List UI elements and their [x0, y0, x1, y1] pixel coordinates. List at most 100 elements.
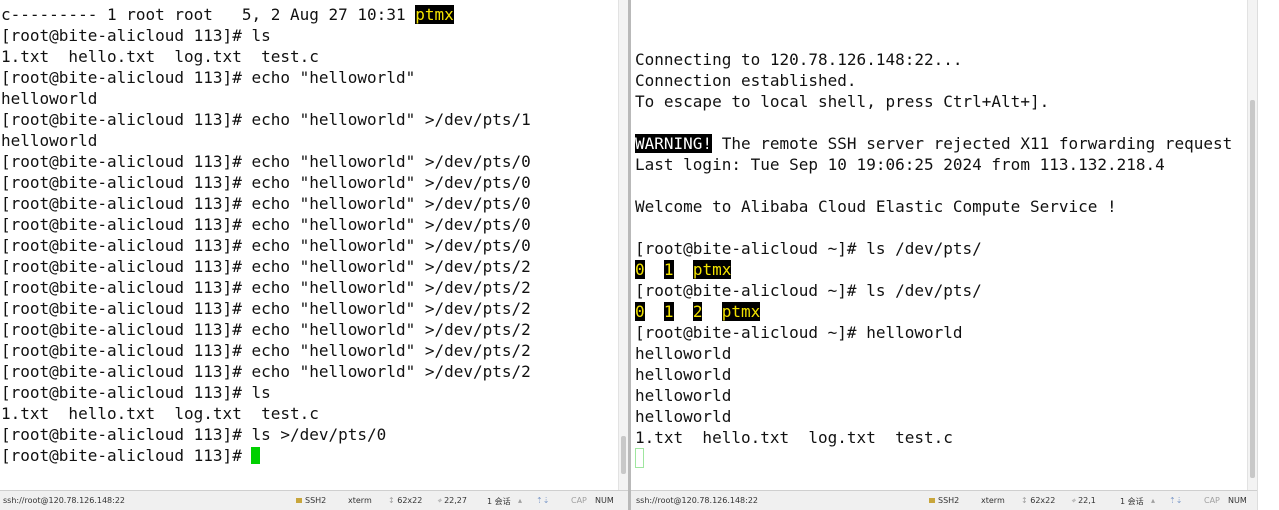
line-text: [root@bite-alicloud 113]# echo "hellowor… — [1, 215, 531, 234]
line-text: [root@bite-alicloud 113]# echo "hellowor… — [1, 194, 531, 213]
left-status-num: NUM — [595, 496, 614, 505]
line-text: Welcome to Alibaba Cloud Elastic Compute… — [635, 197, 1117, 216]
right-terminal-line: WARNING! The remote SSH server rejected … — [635, 133, 1245, 154]
right-terminal-line — [635, 448, 1245, 469]
warning-label: WARNING! — [635, 134, 713, 153]
line-text: To escape to local shell, press Ctrl+Alt… — [635, 92, 1050, 111]
line-text: helloworld — [635, 344, 732, 363]
right-nav-arrows-icon[interactable]: ⇡⇣ — [1169, 496, 1182, 505]
line-text: [root@bite-alicloud 113]# ls — [1, 26, 271, 45]
right-terminal-output[interactable]: Connecting to 120.78.126.148:22... Connec… — [631, 0, 1257, 490]
right-terminal-line: 0 1 ptmx — [635, 259, 1245, 280]
line-text: [root@bite-alicloud ~]# ls /dev/pts/ — [635, 239, 982, 258]
line-text: [root@bite-alicloud 113]# echo "hellowor… — [1, 152, 531, 171]
line-text: [root@bite-alicloud 113]# echo "hellowor… — [1, 320, 531, 339]
left-terminal-line: [root@bite-alicloud 113]# echo "hellowor… — [1, 298, 616, 319]
highlighted-text: ptmx — [692, 260, 732, 279]
line-text — [674, 302, 693, 321]
left-terminal-line: 1.txt hello.txt log.txt test.c — [1, 403, 616, 424]
line-text: [root@bite-alicloud 113]# echo "hellowor… — [1, 341, 531, 360]
position-icon: ⌖ — [437, 496, 445, 505]
line-text: Connection established. — [635, 71, 857, 90]
left-status-connection: ssh://root@120.78.126.148:22 — [3, 496, 126, 505]
line-text: helloworld — [1, 89, 98, 108]
protocol-icon — [929, 498, 935, 503]
line-text: [root@bite-alicloud 113]# echo "hellowor… — [1, 257, 531, 276]
right-terminal-line: Welcome to Alibaba Cloud Elastic Compute… — [635, 196, 1245, 217]
left-terminal-line: [root@bite-alicloud 113]# echo "hellowor… — [1, 67, 616, 88]
right-status-connection: ssh://root@120.78.126.148:22 — [636, 496, 759, 505]
right-terminal-line: Connection established. — [635, 70, 1245, 91]
right-status-size: ↕ 62x22 — [1021, 496, 1056, 505]
right-terminal-line — [635, 112, 1245, 133]
highlighted-text: 0 — [635, 260, 645, 279]
right-status-position: ⌖ 22,1 — [1071, 496, 1096, 505]
left-terminal-line: [root@bite-alicloud 113]# echo "hellowor… — [1, 361, 616, 382]
left-terminal-line: [root@bite-alicloud 113]# echo "hellowor… — [1, 235, 616, 256]
right-terminal-line: [root@bite-alicloud ~]# ls /dev/pts/ — [635, 238, 1245, 259]
line-text: [root@bite-alicloud 113]# echo "hellowor… — [1, 110, 531, 129]
left-status-term-type: xterm — [348, 496, 372, 505]
line-text: The remote SSH server rejected X11 forwa… — [712, 134, 1233, 153]
left-status-bar: ssh://root@120.78.126.148:22 SSH2 xterm … — [0, 490, 628, 510]
highlighted-text: 2 — [692, 302, 703, 321]
line-text: [root@bite-alicloud ~]# helloworld — [635, 323, 963, 342]
right-scrollbar-thumb[interactable] — [1250, 100, 1255, 478]
left-terminal-window[interactable]: c--------- 1 root root 5, 2 Aug 27 10:31… — [0, 0, 628, 510]
position-icon: ⌖ — [1071, 496, 1079, 505]
left-terminal-line: [root@bite-alicloud 113]# echo "hellowor… — [1, 109, 616, 130]
line-text — [702, 302, 721, 321]
right-terminal-line: Last login: Tue Sep 10 19:06:25 2024 fro… — [635, 154, 1245, 175]
line-text: [root@bite-alicloud 113]# ls — [1, 383, 271, 402]
line-text — [645, 260, 664, 279]
right-terminal-line: helloworld — [635, 406, 1245, 427]
right-terminal-line: [root@bite-alicloud ~]# ls /dev/pts/ — [635, 280, 1245, 301]
left-terminal-line: [root@bite-alicloud 113]# echo "hellowor… — [1, 256, 616, 277]
line-text: [root@bite-alicloud ~]# ls /dev/pts/ — [635, 281, 982, 300]
left-status-protocol: SSH2 — [296, 496, 326, 505]
left-status-caps: CAP — [571, 496, 587, 505]
left-terminal-line: [root@bite-alicloud 113]# echo "hellowor… — [1, 277, 616, 298]
right-terminal-lines: Connecting to 120.78.126.148:22... Connec… — [635, 49, 1245, 469]
left-terminal-line: [root@bite-alicloud 113]# echo "hellowor… — [1, 151, 616, 172]
left-sessions-arrow-icon[interactable]: ▴ — [518, 496, 522, 505]
left-terminal-line: [root@bite-alicloud 113]# echo "hellowor… — [1, 319, 616, 340]
right-status-num: NUM — [1228, 496, 1247, 505]
line-text: 1.txt hello.txt log.txt test.c — [1, 47, 319, 66]
right-terminal-line: To escape to local shell, press Ctrl+Alt… — [635, 91, 1245, 112]
right-terminal-line: 1.txt hello.txt log.txt test.c — [635, 427, 1245, 448]
line-text: c--------- 1 root root 5, 2 Aug 27 10:31 — [1, 5, 416, 24]
right-terminal-line: [root@bite-alicloud ~]# helloworld — [635, 322, 1245, 343]
right-terminal-line: Connecting to 120.78.126.148:22... — [635, 49, 1245, 70]
left-status-position: ⌖ 22,27 — [437, 496, 467, 505]
right-terminal-line: helloworld — [635, 343, 1245, 364]
right-status-term-type: xterm — [981, 496, 1005, 505]
left-terminal-line: helloworld — [1, 130, 616, 151]
left-terminal-line: [root@bite-alicloud 113]# — [1, 445, 616, 466]
line-text: [root@bite-alicloud 113]# echo "hellowor… — [1, 173, 531, 192]
line-text: 1.txt hello.txt log.txt test.c — [635, 428, 953, 447]
right-status-bar: ssh://root@120.78.126.148:22 SSH2 xterm … — [631, 490, 1257, 510]
highlighted-text: 1 — [663, 260, 674, 279]
left-terminal-output[interactable]: c--------- 1 root root 5, 2 Aug 27 10:31… — [0, 0, 628, 490]
left-scrollbar-thumb[interactable] — [621, 436, 626, 474]
left-terminal-lines: c--------- 1 root root 5, 2 Aug 27 10:31… — [1, 4, 616, 466]
left-status-sessions: 1 会话 — [487, 497, 511, 506]
line-text: [root@bite-alicloud 113]# echo "hellowor… — [1, 236, 531, 255]
left-nav-arrows-icon[interactable]: ⇡⇣ — [536, 496, 549, 505]
left-terminal-cursor — [251, 447, 261, 464]
highlighted-text: 1 — [663, 302, 674, 321]
line-text: [root@bite-alicloud 113]# echo "hellowor… — [1, 362, 531, 381]
right-terminal-window[interactable]: Connecting to 120.78.126.148:22... Connec… — [631, 0, 1257, 510]
right-terminal-line — [635, 217, 1245, 238]
line-text: helloworld — [635, 407, 732, 426]
left-vertical-scrollbar[interactable] — [618, 0, 628, 490]
line-text: helloworld — [635, 365, 732, 384]
line-text: helloworld — [635, 386, 732, 405]
line-text: [root@bite-alicloud 113]# echo "hellowor… — [1, 299, 531, 318]
right-vertical-scrollbar[interactable] — [1247, 0, 1257, 490]
right-status-sessions: 1 会话 — [1120, 497, 1144, 506]
right-sessions-arrow-icon[interactable]: ▴ — [1151, 496, 1155, 505]
highlighted-text: 0 — [635, 302, 645, 321]
line-text: [root@bite-alicloud 113]# echo "hellowor… — [1, 278, 531, 297]
